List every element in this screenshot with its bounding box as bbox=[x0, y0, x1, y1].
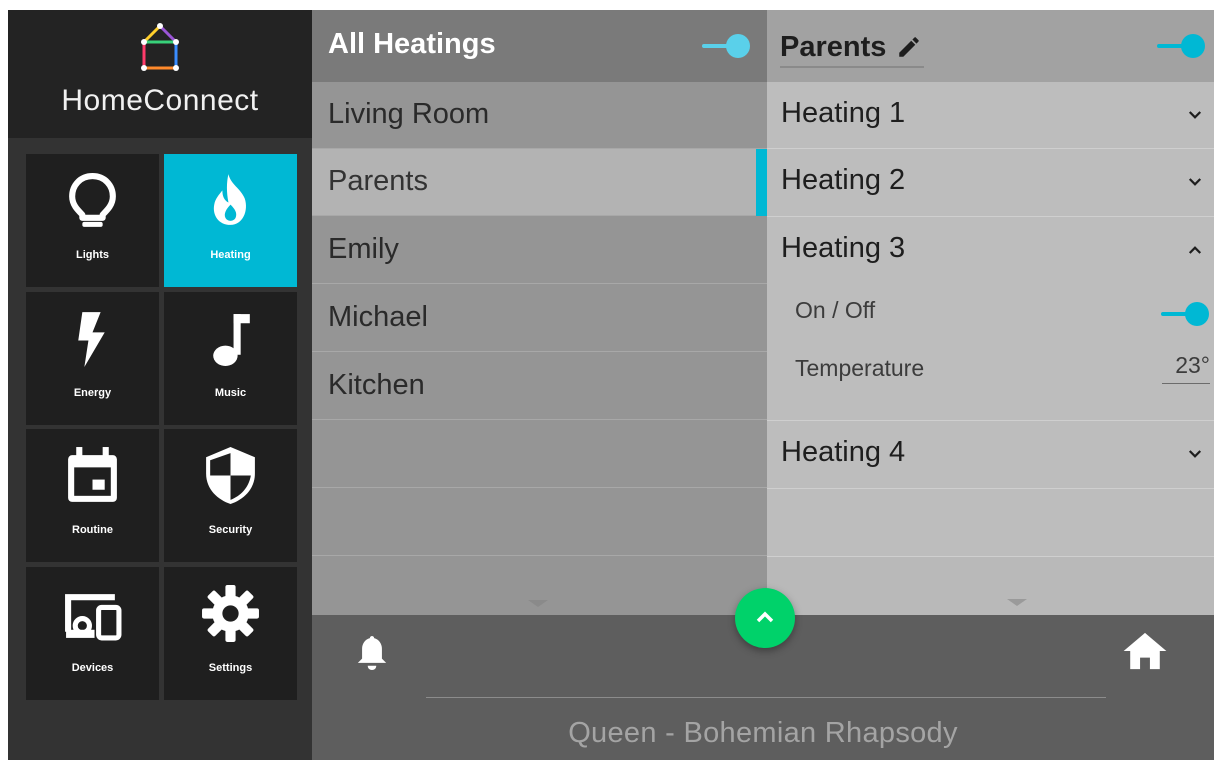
room-item-kitchen[interactable]: Kitchen bbox=[312, 353, 767, 420]
room-label: Kitchen bbox=[328, 369, 425, 401]
detail-header: Parents bbox=[767, 10, 1214, 82]
detail-panel: Parents Heating 1 Heating 2 Heating 3 On… bbox=[767, 10, 1214, 615]
nav-tile-label: Music bbox=[214, 387, 247, 399]
all-heatings-toggle[interactable] bbox=[702, 34, 750, 58]
room-item-emily[interactable]: Emily bbox=[312, 217, 767, 284]
lightbulb-icon bbox=[69, 173, 116, 227]
room-item-empty bbox=[312, 421, 767, 488]
room-item-empty bbox=[312, 489, 767, 556]
rooms-title: All Heatings bbox=[328, 28, 496, 60]
app-window: HomeConnect Lights Heating Energy Music … bbox=[8, 10, 1214, 760]
nav-tile-devices[interactable]: Devices bbox=[26, 567, 159, 700]
heating-item-4[interactable]: Heating 4 bbox=[767, 421, 1214, 489]
expand-player-button[interactable] bbox=[735, 588, 795, 648]
scroll-down-icon[interactable] bbox=[528, 600, 548, 607]
nav-tile-heating[interactable]: Heating bbox=[164, 154, 297, 287]
house-logo-icon bbox=[141, 23, 179, 71]
calendar-icon bbox=[68, 447, 117, 502]
heating-item-empty bbox=[767, 489, 1214, 557]
nav-tile-lights[interactable]: Lights bbox=[26, 154, 159, 287]
room-label: Emily bbox=[328, 233, 399, 265]
scroll-down-icon[interactable] bbox=[1007, 599, 1027, 606]
chevron-down-icon[interactable] bbox=[1186, 106, 1204, 124]
heating-3-onoff-toggle[interactable] bbox=[1161, 302, 1209, 326]
gear-icon bbox=[202, 585, 259, 642]
sidebar: HomeConnect Lights Heating Energy Music … bbox=[8, 10, 312, 760]
chevron-up-icon[interactable] bbox=[1186, 241, 1204, 259]
detail-title: Parents bbox=[780, 30, 887, 63]
heating-label: Heating 3 bbox=[781, 232, 906, 264]
heating-label: Heating 4 bbox=[781, 436, 906, 468]
onoff-label: On / Off bbox=[795, 297, 876, 323]
pencil-icon[interactable] bbox=[896, 34, 922, 60]
shield-icon bbox=[206, 447, 255, 504]
flame-icon bbox=[213, 174, 246, 225]
room-name-field[interactable]: Parents bbox=[780, 28, 925, 68]
rooms-header: All Heatings bbox=[312, 10, 767, 82]
music-note-icon bbox=[213, 314, 250, 366]
room-item-michael[interactable]: Michael bbox=[312, 285, 767, 352]
nav-tile-label: Heating bbox=[210, 249, 251, 261]
room-label: Michael bbox=[328, 301, 428, 333]
nav-tile-label: Settings bbox=[208, 662, 253, 674]
bell-icon[interactable] bbox=[355, 633, 389, 673]
nav-tile-label: Devices bbox=[71, 662, 114, 674]
room-label: Parents bbox=[328, 165, 428, 197]
temperature-label: Temperature bbox=[795, 355, 925, 381]
nav-tile-routine[interactable]: Routine bbox=[26, 429, 159, 562]
room-item-living-room[interactable]: Living Room bbox=[312, 82, 767, 149]
divider bbox=[426, 697, 1106, 698]
chevron-down-icon[interactable] bbox=[1186, 445, 1204, 463]
room-heating-toggle[interactable] bbox=[1157, 34, 1205, 58]
chevron-down-icon[interactable] bbox=[1186, 173, 1204, 191]
nav-tile-label: Lights bbox=[76, 249, 109, 261]
room-item-parents[interactable]: Parents bbox=[312, 149, 767, 216]
heating-label: Heating 1 bbox=[781, 97, 906, 129]
nav-tile-energy[interactable]: Energy bbox=[26, 292, 159, 425]
brand-header: HomeConnect bbox=[8, 10, 312, 138]
room-label: Living Room bbox=[328, 98, 490, 130]
nav-tile-label: Energy bbox=[73, 387, 112, 399]
now-playing-text: Queen - Bohemian Rhapsody bbox=[568, 717, 958, 749]
selection-marker bbox=[756, 149, 767, 216]
nav-tile-label: Routine bbox=[72, 524, 113, 536]
heating-item-2[interactable]: Heating 2 bbox=[767, 149, 1214, 217]
devices-icon bbox=[65, 594, 122, 641]
rooms-panel: All Heatings Living Room Parents Emily M… bbox=[312, 10, 767, 615]
nav-tile-security[interactable]: Security bbox=[164, 429, 297, 562]
heating-label: Heating 2 bbox=[781, 164, 906, 196]
brand-name: HomeConnect bbox=[61, 84, 259, 117]
nav-tile-settings[interactable]: Settings bbox=[164, 567, 297, 700]
heating-item-1[interactable]: Heating 1 bbox=[767, 82, 1214, 149]
home-icon[interactable] bbox=[1122, 631, 1168, 671]
nav-tile-music[interactable]: Music bbox=[164, 292, 297, 425]
chevron-up-icon bbox=[756, 611, 774, 623]
temperature-input[interactable]: 23° bbox=[1162, 352, 1210, 384]
lightning-icon bbox=[78, 312, 105, 367]
nav-tile-label: Security bbox=[208, 524, 253, 536]
